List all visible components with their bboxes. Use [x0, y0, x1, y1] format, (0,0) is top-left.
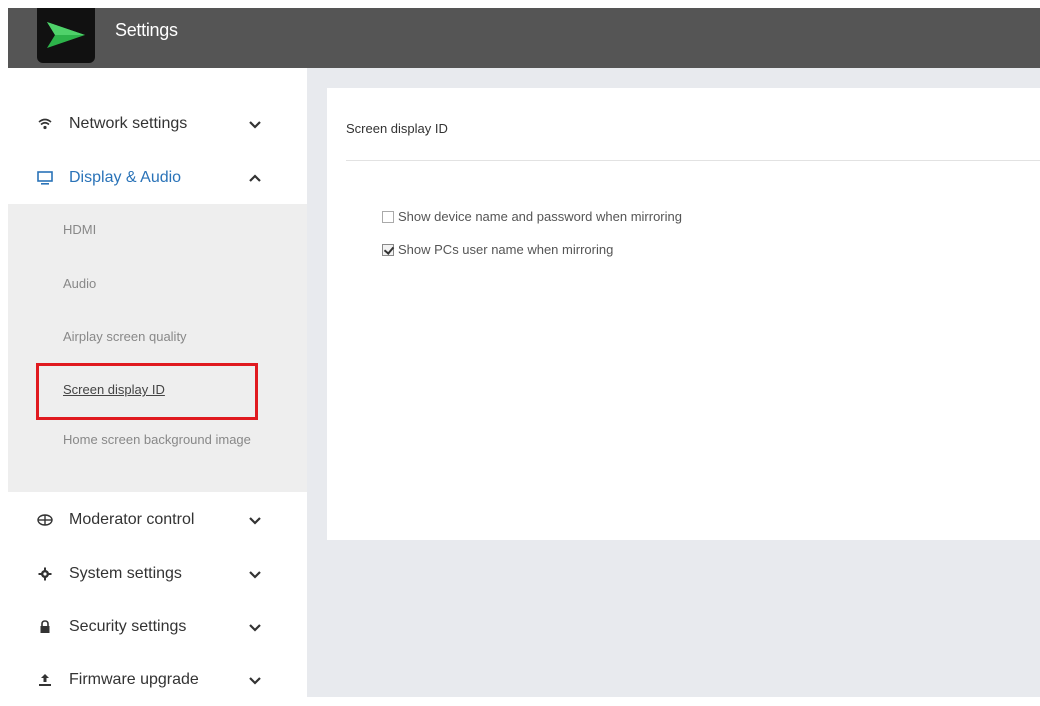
wifi-icon	[37, 116, 53, 132]
app-logo	[37, 8, 95, 63]
option-show-pc-user-name[interactable]: Show PCs user name when mirroring	[382, 242, 613, 257]
top-bar: Settings	[8, 8, 1040, 68]
panel-title: Screen display ID	[346, 121, 448, 136]
settings-panel: Screen display ID Show device name and p…	[327, 88, 1040, 540]
submenu-item-home-screen-background-image[interactable]: Home screen background image	[63, 428, 263, 452]
submenu-item-audio[interactable]: Audio	[63, 276, 96, 291]
chevron-down-icon	[249, 121, 261, 129]
selection-highlight-box	[36, 363, 258, 420]
option-show-device-name-password[interactable]: Show device name and password when mirro…	[382, 209, 682, 224]
lock-icon	[37, 619, 53, 635]
submenu-item-airplay-screen-quality[interactable]: Airplay screen quality	[63, 329, 187, 344]
chevron-down-icon	[249, 571, 261, 579]
main-content: Screen display ID Show device name and p…	[307, 68, 1040, 697]
option-label: Show device name and password when mirro…	[398, 209, 682, 224]
sidebar-item-moderator-control[interactable]: Moderator control	[8, 494, 307, 546]
option-label: Show PCs user name when mirroring	[398, 242, 614, 257]
sidebar-item-label: System settings	[69, 565, 182, 582]
sidebar-item-security-settings[interactable]: Security settings	[8, 601, 307, 653]
sidebar-item-display-audio[interactable]: Display & Audio	[8, 152, 307, 204]
moderator-icon	[37, 512, 53, 528]
play-logo-icon	[47, 22, 85, 48]
sidebar-item-label: Network settings	[69, 115, 188, 132]
sidebar-item-label: Security settings	[69, 618, 187, 635]
chevron-down-icon	[249, 517, 261, 525]
chevron-down-icon	[249, 624, 261, 632]
show-pc-user-name-checkbox[interactable]	[382, 243, 394, 256]
display-audio-submenu: HDMI Audio Airplay screen quality Screen…	[8, 204, 307, 492]
app-title: Settings	[115, 20, 178, 40]
monitor-icon	[37, 170, 53, 186]
sidebar-item-firmware-upgrade[interactable]: Firmware upgrade	[8, 654, 307, 706]
sidebar-item-system-settings[interactable]: System settings	[8, 548, 307, 600]
chevron-down-icon	[249, 677, 261, 685]
sidebar-item-label: Moderator control	[69, 511, 195, 528]
chevron-up-icon	[249, 174, 261, 182]
gear-icon	[37, 566, 53, 582]
sidebar-item-label: Firmware upgrade	[69, 671, 199, 688]
sidebar-item-network-settings[interactable]: Network settings	[8, 98, 307, 150]
submenu-item-hdmi[interactable]: HDMI	[63, 222, 96, 237]
panel-divider	[346, 160, 1040, 161]
sidebar-item-label: Display & Audio	[69, 169, 182, 186]
upload-icon	[37, 672, 53, 688]
sidebar: Network settings Display & Audio HDMI Au…	[8, 68, 307, 697]
show-device-name-checkbox[interactable]	[382, 210, 394, 223]
